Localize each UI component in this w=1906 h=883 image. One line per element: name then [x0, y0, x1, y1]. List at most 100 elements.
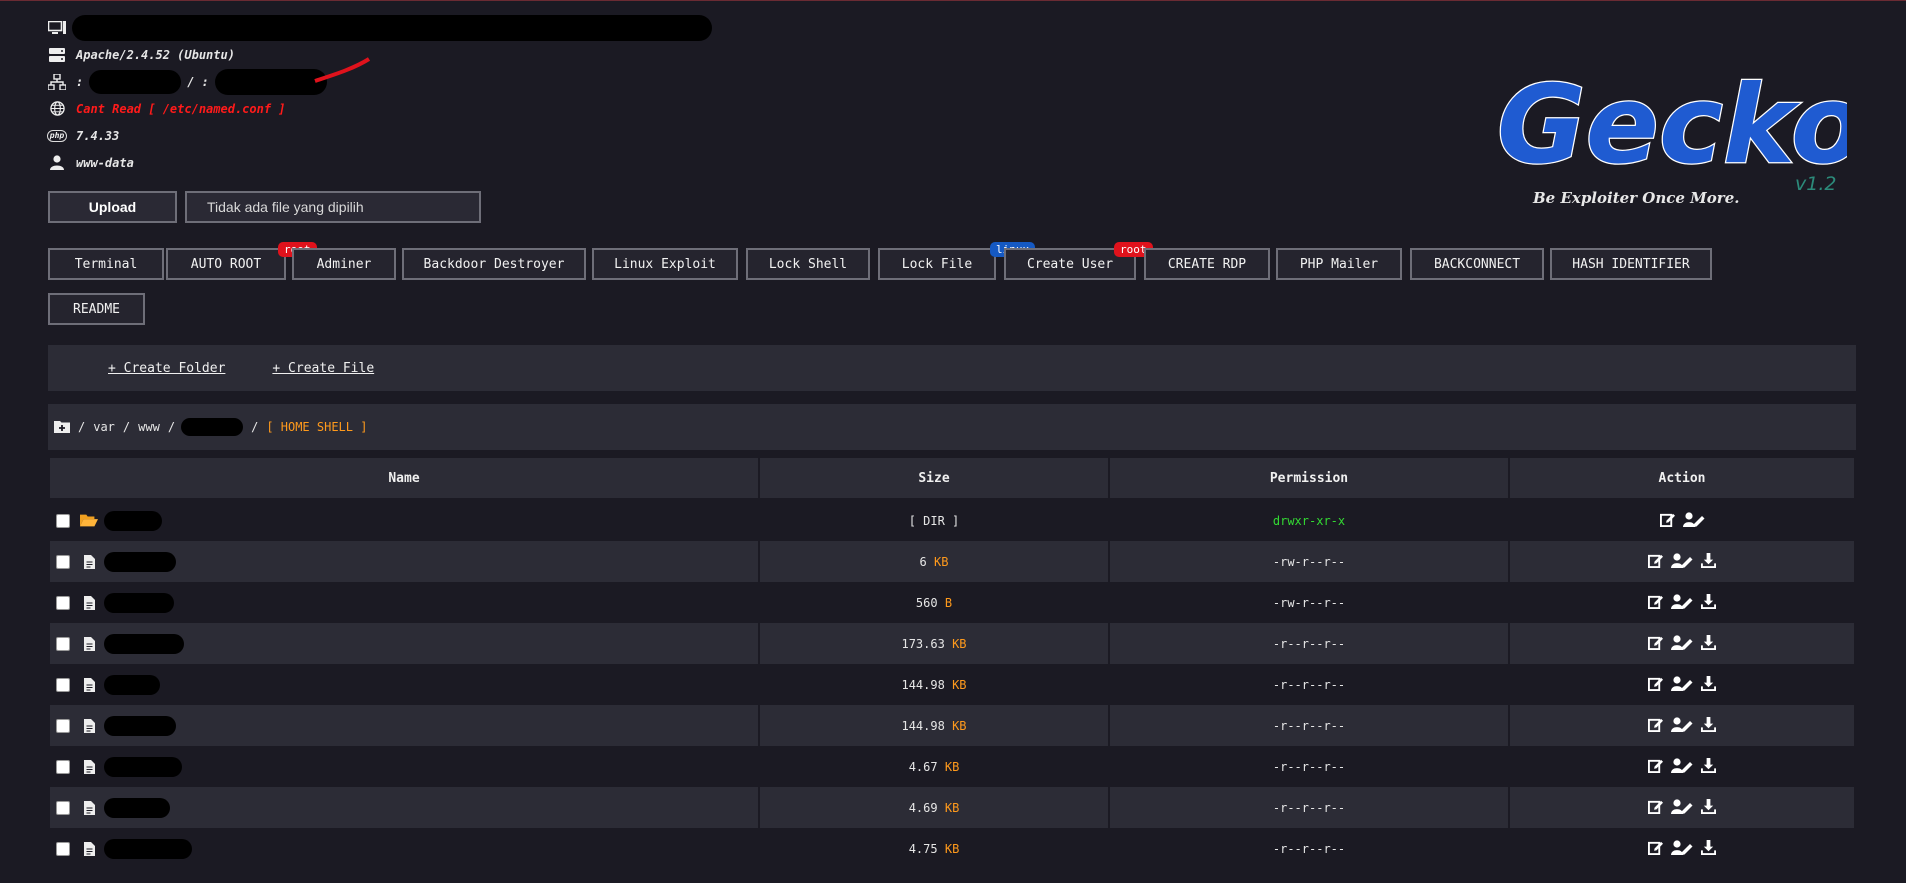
file-name-redacted[interactable] [104, 551, 176, 572]
create-file-link[interactable]: + Create File [272, 361, 374, 376]
permission-value[interactable]: drwxr-xr-x [1273, 514, 1345, 528]
download-icon[interactable] [1701, 593, 1716, 609]
row-actions [1648, 593, 1716, 609]
row-checkbox[interactable] [56, 759, 70, 774]
top-border-line [0, 0, 1906, 1]
user-edit-icon[interactable] [1671, 675, 1693, 691]
table-row: 6 KB -rw-r--r-- [48, 541, 1856, 582]
logo-version: v1.2 [1795, 173, 1836, 195]
server-info: Apache/2.4.52 (Ubuntu) : / : Cant Read [… [46, 14, 712, 176]
download-icon[interactable] [1701, 757, 1716, 773]
row-checkbox[interactable] [56, 677, 70, 692]
permission-value[interactable]: -r--r--r-- [1273, 801, 1345, 815]
row-checkbox[interactable] [56, 513, 70, 528]
adminer-button[interactable]: Adminer [292, 248, 396, 280]
name-cell [48, 499, 760, 541]
user-edit-icon[interactable] [1671, 552, 1693, 568]
terminal-button[interactable]: Terminal [48, 248, 164, 280]
user-edit-icon[interactable] [1682, 511, 1705, 527]
edit-icon[interactable] [1659, 512, 1675, 527]
file-name-redacted[interactable] [104, 510, 162, 531]
user-edit-icon[interactable] [1671, 798, 1693, 814]
user-edit-icon[interactable] [1671, 839, 1693, 855]
download-icon[interactable] [1701, 716, 1716, 732]
file-name-redacted[interactable] [104, 797, 170, 818]
folder-plus-icon[interactable] [54, 419, 70, 436]
size-unit: KB [952, 718, 967, 733]
row-checkbox[interactable] [56, 595, 70, 610]
path-redacted[interactable] [181, 418, 244, 436]
file-name-redacted[interactable] [104, 674, 160, 695]
lock-file-button[interactable]: Lock File linux [878, 242, 1036, 280]
permission-value[interactable]: -r--r--r-- [1273, 637, 1345, 651]
file-name-redacted[interactable] [104, 715, 176, 736]
download-icon[interactable] [1701, 675, 1716, 691]
table-row: 4.69 KB -r--r--r-- [48, 787, 1856, 828]
user-edit-icon[interactable] [1671, 593, 1693, 609]
download-icon[interactable] [1701, 552, 1716, 568]
edit-icon[interactable] [1648, 840, 1663, 855]
row-checkbox[interactable] [56, 800, 70, 815]
file-name-redacted[interactable] [104, 756, 182, 777]
backconnect-button[interactable]: BACKCONNECT [1410, 248, 1544, 280]
file-chooser[interactable]: Tidak ada file yang dipilih [185, 191, 481, 223]
permission-value[interactable]: -r--r--r-- [1273, 842, 1345, 856]
backdoor-destroyer-button[interactable]: Backdoor Destroyer [402, 248, 586, 280]
user-edit-icon[interactable] [1671, 634, 1693, 650]
permission-value[interactable]: -rw-r--r-- [1273, 555, 1345, 569]
edit-icon[interactable] [1648, 635, 1663, 650]
row-checkbox[interactable] [56, 841, 70, 856]
permission-cell: -r--r--r-- [1108, 787, 1510, 828]
file-name-redacted[interactable] [104, 838, 192, 859]
linux-exploit-label: Linux Exploit [614, 256, 716, 272]
auto-root-button[interactable]: AUTO ROOT root [166, 242, 317, 280]
user-edit-icon[interactable] [1671, 716, 1693, 732]
edit-icon[interactable] [1648, 799, 1663, 814]
php-mailer-button[interactable]: PHP Mailer [1276, 248, 1402, 280]
edit-icon[interactable] [1648, 553, 1663, 568]
download-icon[interactable] [1701, 634, 1716, 650]
file-name-redacted[interactable] [104, 633, 184, 654]
size-unit: KB [944, 759, 960, 774]
php-icon: php [46, 129, 68, 142]
upload-button[interactable]: Upload [48, 191, 177, 223]
table-row: [ DIR ] drwxr-xr-x [48, 499, 1856, 541]
size-value: [ DIR ] [908, 513, 960, 528]
home-shell-link[interactable]: [ HOME SHELL ] [266, 420, 367, 434]
create-user-button[interactable]: Create User root [1004, 242, 1153, 280]
row-checkbox[interactable] [56, 636, 70, 651]
edit-icon[interactable] [1648, 758, 1663, 773]
lock-shell-button[interactable]: Lock Shell [746, 248, 870, 280]
create-folder-link[interactable]: + Create Folder [108, 361, 225, 376]
backdoor-destroyer-label: Backdoor Destroyer [423, 256, 565, 272]
folder-open-icon [80, 513, 98, 528]
path-var[interactable]: var [93, 420, 115, 434]
permission-value[interactable]: -r--r--r-- [1273, 719, 1345, 733]
edit-icon[interactable] [1648, 676, 1663, 691]
size-cell: 4.69 KB [758, 787, 1110, 828]
download-icon[interactable] [1701, 839, 1716, 855]
linux-exploit-button[interactable]: Linux Exploit [592, 248, 738, 280]
hash-identifier-button[interactable]: HASH IDENTIFIER [1550, 248, 1712, 280]
row-checkbox[interactable] [56, 718, 70, 733]
path-sep: / [251, 420, 259, 434]
create-bar: + Create Folder + Create File [48, 345, 1856, 391]
permission-value[interactable]: -r--r--r-- [1273, 678, 1345, 692]
user-row: www-data [47, 149, 712, 176]
create-rdp-button[interactable]: CREATE RDP [1144, 248, 1270, 280]
edit-icon[interactable] [1648, 594, 1663, 609]
file-name-redacted[interactable] [104, 592, 174, 613]
user-edit-icon[interactable] [1671, 757, 1693, 773]
readme-button[interactable]: README [48, 293, 145, 325]
permission-cell: -r--r--r-- [1108, 828, 1510, 869]
path-www[interactable]: www [138, 420, 160, 434]
edit-icon[interactable] [1648, 717, 1663, 732]
download-icon[interactable] [1701, 798, 1716, 814]
size-value: 173.63 [901, 636, 945, 651]
table-row: 173.63 KB -r--r--r-- [48, 623, 1856, 664]
name-cell [48, 705, 760, 746]
permission-value[interactable]: -rw-r--r-- [1273, 596, 1345, 610]
permission-value[interactable]: -r--r--r-- [1273, 760, 1345, 774]
size-unit: KB [952, 636, 967, 651]
row-checkbox[interactable] [56, 554, 70, 569]
